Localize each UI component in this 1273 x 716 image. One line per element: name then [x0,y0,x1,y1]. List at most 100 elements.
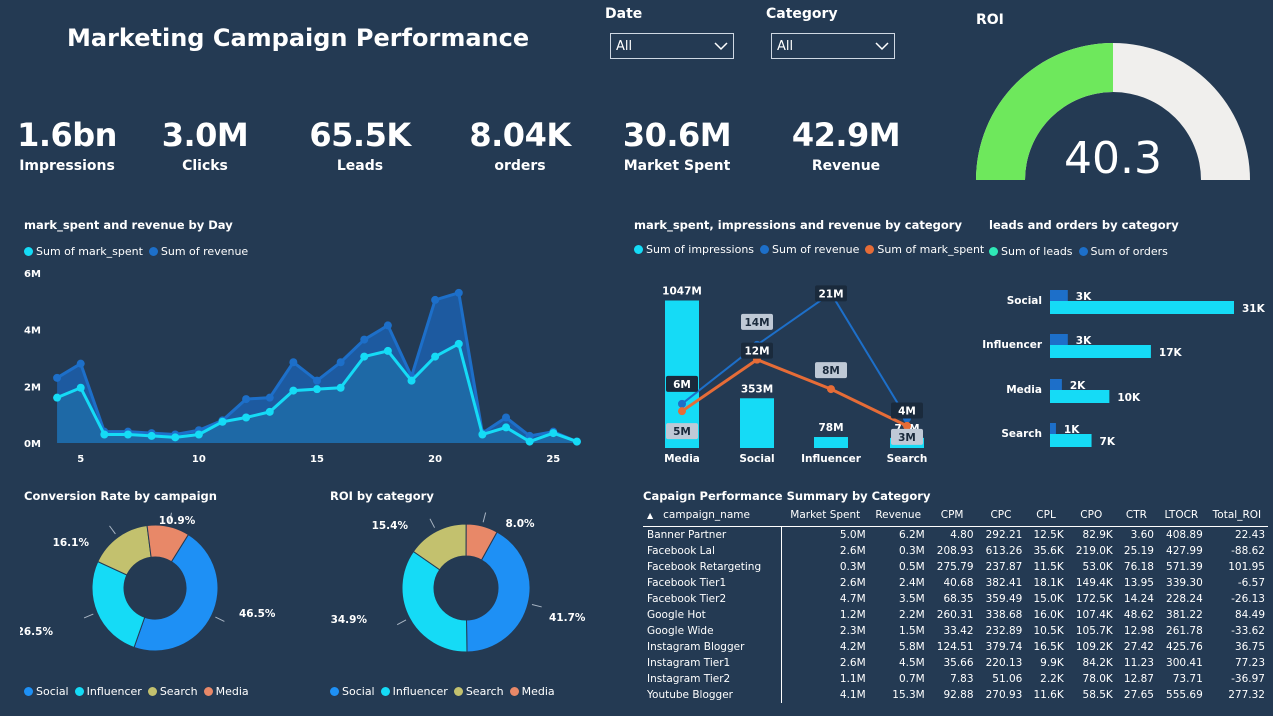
column-header[interactable]: CPO [1066,504,1116,527]
legend-item: Social [330,685,375,698]
table-cell: 555.69 [1166,689,1203,701]
data-point [678,399,686,408]
table-cell: 40.68 [943,577,974,589]
bar-data-label: 31K [1242,303,1266,315]
table-cell: 228.24 [1166,593,1203,605]
data-point [525,437,534,446]
table-cell: 124.51 [936,641,974,653]
legend-label: Sum of leads [1001,245,1073,258]
table-cell: 2.3M [839,625,866,637]
category-filter-dropdown[interactable]: All [771,33,895,59]
slice-data-label: 34.9% [331,614,368,626]
orders-bar [1050,379,1062,390]
legend-item: Sum of revenue [760,243,859,256]
column-header[interactable]: Revenue [868,504,928,527]
table-cell: 78.0K [1082,673,1113,685]
table-cell: 4.5M [898,657,925,669]
y-tick-label: 6M [24,269,41,280]
leader-line [482,512,487,523]
table-cell: 76.18 [1123,561,1154,573]
table-cell: 571.39 [1166,561,1203,573]
table-cell: 0.3M [898,545,925,557]
data-point [123,430,132,439]
column-header[interactable]: Total_ROI [1205,504,1268,527]
date-filter-value: All [616,38,633,54]
column-header[interactable]: CPL [1025,504,1067,527]
table-cell: 277.32 [1228,689,1265,701]
column-header[interactable]: CTR [1115,504,1157,527]
table-row: Google Wide 2.3M 1.5M 33.42 232.89 10.5K 105.7… [643,623,1268,639]
data-point [478,430,487,439]
column-header[interactable]: Market Spent [781,504,869,527]
leader-line [531,604,542,608]
line-data-label: 21M [818,288,843,300]
roi-category-legend: Social Influencer Search Media [330,685,561,698]
table-cell: 2.4M [898,577,925,589]
kpi-value: 3.0M [161,116,249,154]
x-tick-label: Social [739,453,774,465]
table-cell: 53.0K [1082,561,1113,573]
table-cell: 15.0K [1033,593,1064,605]
table-cell: 16.0K [1033,609,1064,621]
data-point [502,423,511,432]
column-header[interactable]: CPC [976,504,1026,527]
sort-ascending-icon: ▲ [647,511,654,520]
leads-chart-title: leads and orders by category [989,218,1179,232]
category-chart-legend: Sum of impressions Sum of revenue Sum of… [634,243,990,256]
legend-label: Sum of revenue [772,243,860,256]
table-cell: 172.5K [1075,593,1113,605]
table-cell: 338.68 [985,609,1023,621]
column-header[interactable]: CPM [927,504,977,527]
table-cell: 3.60 [1130,529,1154,541]
y-tick-label: Influencer [982,339,1043,351]
date-filter-label: Date [605,6,643,22]
data-point [360,335,369,344]
leads-bar [1050,434,1092,447]
campaign-name-cell: Instagram Blogger [643,639,783,655]
table-cell: 425.76 [1166,641,1203,653]
kpi-label: Market Spent [623,158,731,174]
data-point [171,433,180,442]
column-header[interactable]: ▲ campaign_name [643,504,782,527]
data-point [76,359,85,368]
table-cell: 208.93 [936,545,974,557]
leads-bar [1050,345,1151,358]
daily-area-chart: 0M 2M 4M 6M 5 10 15 20 25 [24,269,581,465]
table-cell: 16.5K [1033,641,1064,653]
date-filter-dropdown[interactable]: All [610,33,734,59]
data-point [360,352,369,361]
legend-item: Search [147,685,198,698]
chevron-down-icon [875,42,889,51]
table-cell: 219.0K [1075,545,1113,557]
table-cell: 15.3M [892,689,925,701]
table-cell: 35.66 [943,657,974,669]
legend-item: Influencer [74,685,142,698]
legend-item: Sum of impressions [634,243,754,256]
table-cell: 382.41 [985,577,1023,589]
conversion-legend: Social Influencer Search Media [24,685,255,698]
table-cell: -36.97 [1231,673,1265,685]
summary-table-title: Capaign Performance Summary by Category [643,489,931,503]
line-data-label: 8M [822,365,840,377]
campaign-name-cell: Facebook Retargeting [643,559,783,575]
roi-gauge: 40.3 [976,43,1250,184]
summary-table: ▲ campaign_name Market Spent Revenue CPM … [643,504,1268,703]
table-cell: 12.87 [1123,673,1154,685]
table-cell: 51.06 [992,673,1023,685]
table-cell: 379.74 [985,641,1023,653]
table-cell: 0.3M [839,561,866,573]
legend-label: Sum of mark_spent [36,245,143,258]
data-point [549,429,558,438]
bar-data-label: 353M [741,383,773,395]
column-header[interactable]: LTOCR [1156,504,1206,527]
table-row: Facebook Tier2 4.7M 3.5M 68.35 359.49 15.0K 17… [643,591,1268,607]
table-cell: 5.8M [898,641,925,653]
campaign-name-cell: Google Wide [643,623,783,639]
table-row: Google Hot 1.2M 2.2M 260.31 338.68 16.0K 107.4… [643,607,1268,623]
table-cell: 13.95 [1123,577,1154,589]
table-row: Facebook Lal 2.6M 0.3M 208.93 613.26 35.6K 219… [643,543,1268,559]
table-cell: 73.71 [1172,673,1203,685]
table-cell: -33.62 [1231,625,1265,637]
y-tick-label: 0M [24,439,41,450]
roi-donut-chart: 41.7% 34.9% 15.4% 8.0% [331,512,586,653]
